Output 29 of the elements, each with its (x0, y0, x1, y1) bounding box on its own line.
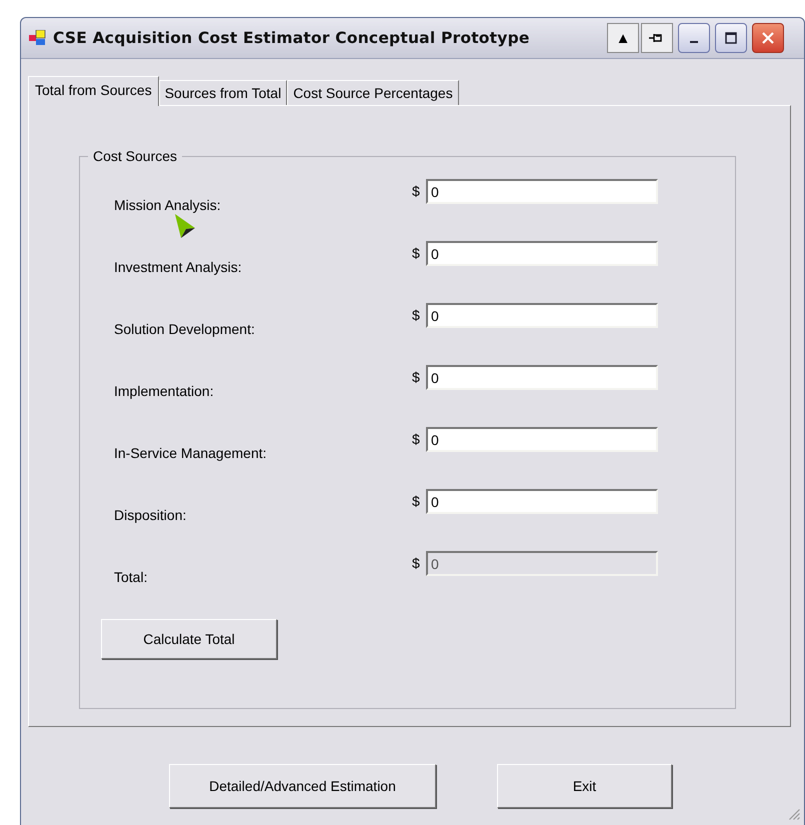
input-field[interactable]: 0 (426, 489, 658, 514)
field-label: Disposition: (114, 507, 186, 523)
input-field[interactable]: 0 (426, 303, 658, 328)
currency-sign: $ (412, 244, 421, 261)
collapse-button[interactable]: ▲ (607, 23, 639, 53)
input-field[interactable]: 0 (426, 427, 658, 452)
currency-sign: $ (412, 430, 421, 447)
currency-sign: $ (412, 306, 421, 323)
currency-sign: $ (412, 492, 421, 509)
dialog-button[interactable]: Exit (497, 764, 672, 808)
tab[interactable]: Sources from Total (158, 80, 288, 105)
field-label: Investment Analysis: (114, 259, 242, 275)
currency-sign: $ (412, 554, 421, 571)
field-label: Implementation: (114, 383, 214, 399)
currency-sign: $ (412, 182, 421, 199)
tab[interactable]: Cost Source Percentages (287, 80, 459, 105)
group-title: Cost Sources (88, 148, 182, 164)
field-label: In-Service Management: (114, 445, 267, 461)
field-label: Total: (114, 569, 148, 585)
field-label: Solution Development: (114, 321, 255, 337)
field-label: Mission Analysis: (114, 197, 221, 213)
tab[interactable]: Total from Sources (28, 76, 159, 106)
currency-sign: $ (412, 368, 421, 385)
input-field[interactable]: 0 (426, 241, 658, 266)
window-title: CSE Acquisition Cost Estimator Conceptual Prototype (53, 29, 530, 47)
dialog-button[interactable]: Detailed/Advanced Estimation (169, 764, 436, 808)
input-field[interactable]: 0 (426, 179, 658, 204)
input-field[interactable]: 0 (426, 365, 658, 390)
calculate-button[interactable]: Calculate Total (101, 619, 277, 659)
